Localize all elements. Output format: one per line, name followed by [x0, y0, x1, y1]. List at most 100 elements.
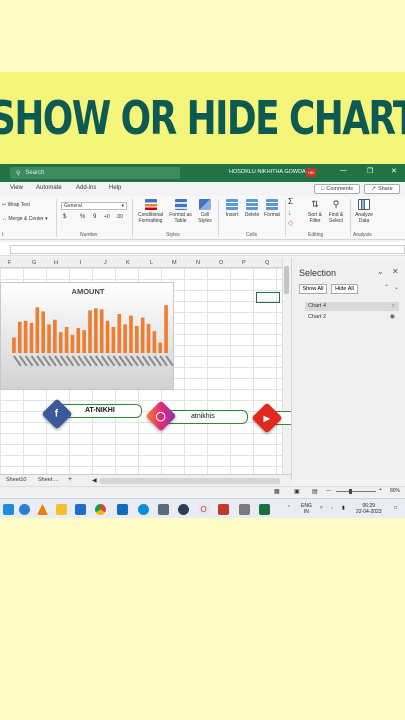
number-format-select[interactable]: General ▾ [61, 202, 127, 210]
wrap-text-button[interactable]: ↩ Wrap Text [2, 202, 30, 208]
zoom-out-icon[interactable]: — [326, 488, 331, 494]
language-indicator[interactable]: ENG IN [301, 503, 312, 515]
scroll-left-icon[interactable]: ◀ [92, 477, 97, 484]
conditional-formatting-button[interactable]: Conditional Formatting [134, 199, 167, 224]
bottom-background [0, 518, 405, 720]
file-explorer-icon[interactable] [56, 504, 67, 515]
outlook-icon[interactable] [117, 504, 128, 515]
menu-view[interactable]: View [10, 185, 23, 191]
store-icon[interactable] [75, 504, 86, 515]
mail-icon[interactable] [158, 504, 169, 515]
show-all-button[interactable]: Show All [299, 284, 327, 294]
vertical-scrollbar[interactable] [282, 258, 290, 474]
chart-bar [35, 307, 40, 353]
column-header[interactable]: L [150, 260, 153, 266]
settings-icon[interactable] [239, 504, 250, 515]
column-header[interactable]: O [219, 260, 223, 266]
selected-cell[interactable] [256, 292, 280, 303]
wifi-icon[interactable]: ≈ [320, 505, 323, 511]
increase-decimal-button[interactable]: +0 [104, 214, 110, 220]
add-sheet-button[interactable]: + [68, 476, 72, 483]
chrome-icon[interactable] [95, 504, 106, 515]
speaker-icon[interactable]: ♩ [331, 505, 336, 511]
column-header[interactable]: P [242, 260, 246, 266]
eye-icon[interactable]: ○ [391, 302, 395, 311]
clock[interactable]: 06:29 22-04-2023 [356, 503, 382, 515]
column-header[interactable]: H [54, 260, 58, 266]
chart-bar [47, 324, 51, 353]
battery-icon[interactable]: ▮ [342, 505, 345, 511]
media-icon[interactable] [178, 504, 189, 515]
chart-bar [135, 325, 139, 353]
minimize-icon[interactable]: — [340, 167, 347, 174]
zoom-in-icon[interactable]: + [379, 487, 382, 493]
close-icon[interactable]: ✕ [391, 167, 397, 175]
column-header[interactable]: M [172, 260, 177, 266]
column-header[interactable]: J [104, 260, 107, 266]
search-box[interactable]: ⚲ Search [10, 167, 180, 179]
fill-button[interactable]: ↓ [288, 210, 292, 217]
formula-input[interactable] [10, 245, 405, 254]
column-header[interactable]: Q [265, 260, 269, 266]
clear-button[interactable]: ◇ [288, 220, 293, 227]
percent-button[interactable]: % [80, 214, 85, 220]
restore-icon[interactable]: ❐ [367, 167, 373, 175]
selection-item[interactable]: Chart 2 ◉ [305, 313, 399, 322]
eye-icon[interactable]: ◉ [390, 313, 395, 322]
merge-icon: ↔ [2, 216, 7, 222]
zoom-slider-thumb[interactable] [349, 489, 352, 494]
status-bar: ▦ ▣ ▤ — + 80% [0, 486, 405, 496]
merge-center-button[interactable]: ↔ Merge & Center ▾ [2, 216, 48, 222]
insert-button[interactable]: Insert [222, 199, 242, 218]
sheet-tab[interactable]: Sheet ... [38, 477, 59, 483]
decrease-decimal-button[interactable]: .00 [116, 214, 123, 220]
page-break-icon[interactable]: ▤ [312, 488, 318, 495]
column-header[interactable]: I [80, 260, 82, 266]
hide-all-button[interactable]: Hide All [331, 284, 358, 294]
find-select-button[interactable]: ⚲ Find & Select [326, 199, 346, 224]
share-button[interactable]: ↗ Share [364, 184, 400, 194]
cell-styles-icon [199, 199, 211, 210]
menu-help[interactable]: Help [109, 185, 121, 191]
autosum-button[interactable]: Σ [288, 198, 293, 206]
avatar[interactable]: HN [306, 168, 316, 177]
skype-icon[interactable] [138, 504, 149, 515]
selection-item[interactable]: Chart 4 ○ [305, 302, 399, 311]
bring-forward-icon[interactable]: ⌃ [384, 284, 389, 291]
windows-start-icon[interactable] [3, 504, 14, 515]
comma-button[interactable]: 9 [93, 214, 96, 220]
format-as-table-button[interactable]: Format as Table [167, 199, 194, 224]
edge-icon[interactable] [19, 504, 30, 515]
scrollbar-thumb[interactable] [284, 266, 289, 294]
zoom-level[interactable]: 80% [390, 488, 400, 494]
opera-icon[interactable]: O [198, 504, 209, 515]
close-icon[interactable]: ✕ [392, 267, 399, 276]
normal-view-icon[interactable]: ▦ [274, 488, 280, 495]
comments-button[interactable]: □ Comments [314, 184, 360, 194]
zoom-slider[interactable] [336, 491, 376, 492]
menu-add-ins[interactable]: Add-ins [76, 185, 96, 191]
currency-button[interactable]: $ [63, 214, 66, 220]
format-button[interactable]: Format [262, 199, 282, 218]
app-icon[interactable] [218, 504, 229, 515]
notification-icon[interactable]: □ [394, 505, 397, 511]
column-header[interactable]: N [196, 260, 200, 266]
page-layout-icon[interactable]: ▣ [294, 488, 300, 495]
horizontal-scrollbar[interactable] [100, 478, 280, 484]
cell-styles-button[interactable]: Cell Styles [194, 199, 216, 224]
menu-automate[interactable]: Automate [36, 185, 62, 191]
delete-button[interactable]: Delete [242, 199, 262, 218]
send-backward-icon[interactable]: ⌄ [394, 284, 399, 291]
column-header[interactable]: G [32, 260, 36, 266]
amount-chart[interactable]: AMOUNT [0, 282, 174, 390]
chevron-up-icon[interactable]: ⌃ [287, 505, 291, 511]
chevron-down-icon[interactable]: ⌄ [377, 267, 384, 276]
vlc-icon[interactable] [37, 504, 48, 515]
column-header[interactable]: K [126, 260, 130, 266]
sheet-tab[interactable]: Sheet10 [6, 477, 27, 483]
column-header[interactable]: F [8, 260, 11, 266]
excel-icon[interactable] [259, 504, 270, 515]
number-format-value: General [64, 203, 82, 209]
analyze-data-button[interactable]: Analyze Data [353, 199, 375, 224]
sort-filter-button[interactable]: ⇅ Sort & Filter [304, 199, 326, 224]
